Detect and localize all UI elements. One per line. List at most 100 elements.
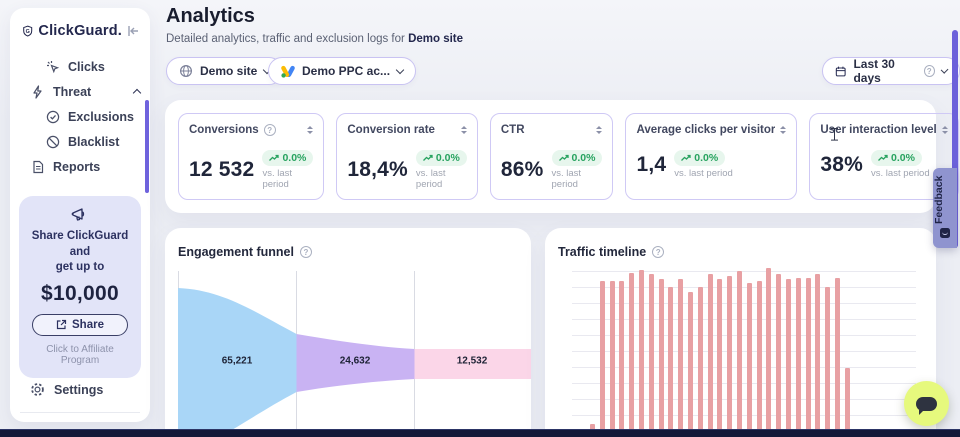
trend-up-icon — [878, 154, 888, 162]
promo-text-line1: Share ClickGuard and — [27, 229, 133, 260]
sort-icon[interactable] — [942, 126, 948, 134]
timeline-bar[interactable] — [610, 281, 615, 437]
sidebar-footer: Settings NA gmail.com naatali.ro@gmail.c… — [10, 378, 150, 422]
timeline-bars — [590, 268, 850, 437]
timeline-bar[interactable] — [776, 274, 781, 437]
logo-text: ClickGuard. — [38, 23, 122, 39]
sidebar-item-label: Reports — [53, 160, 100, 174]
timeline-bar[interactable] — [688, 292, 693, 437]
chevron-down-icon — [396, 65, 404, 73]
chevron-down-icon — [940, 65, 948, 73]
delta-badge: 0.0% — [871, 150, 922, 166]
timeline-title: Traffic timeline — [558, 245, 646, 259]
sidebar: G ClickGuard. Clicks Threat — [10, 8, 150, 422]
timeline-bar[interactable] — [619, 281, 624, 437]
feedback-tab[interactable]: Feedback — [933, 168, 957, 248]
sidebar-item-settings[interactable]: Settings — [10, 378, 150, 402]
promo-footer-text: Click to Affiliate Program — [27, 344, 133, 366]
ppc-account-value: Demo PPC ac... — [302, 64, 390, 78]
timeline-bar[interactable] — [649, 274, 654, 437]
sidebar-item-threat[interactable]: Threat — [10, 79, 150, 104]
ban-icon — [45, 134, 60, 149]
sidebar-item-label: Threat — [53, 85, 91, 99]
site-selector-dropdown[interactable]: Demo site — [166, 57, 283, 85]
sidebar-item-reports[interactable]: Reports — [10, 154, 150, 179]
sidebar-scrollbar-thumb[interactable] — [145, 100, 149, 193]
chat-widget-button[interactable] — [904, 381, 949, 426]
sidebar-item-label: Blacklist — [68, 135, 119, 149]
chevron-up-icon[interactable] — [133, 89, 141, 97]
divider — [20, 412, 140, 413]
stat-label: CTR — [501, 124, 525, 136]
timeline-bar[interactable] — [717, 279, 722, 437]
page-subtitle-text: Detailed analytics, traffic and exclusio… — [166, 33, 405, 45]
timeline-bar[interactable] — [708, 274, 713, 437]
stat-label: User interaction level — [820, 124, 936, 136]
gear-icon — [30, 382, 45, 397]
timeline-bar[interactable] — [815, 274, 820, 437]
compare-label: vs. last period — [871, 168, 930, 179]
date-range-value: Last 30 days — [853, 57, 916, 85]
clickguard-shield-icon: G — [22, 21, 33, 41]
lightning-icon — [30, 84, 45, 99]
sort-icon[interactable] — [307, 126, 313, 134]
sort-icon[interactable] — [780, 126, 786, 134]
stat-label: Conversion rate — [347, 124, 435, 136]
trend-up-icon — [269, 154, 279, 162]
stat-card-avg-clicks: Average clicks per visitor 1,4 0.0% vs. … — [625, 113, 797, 200]
delta-badge: 0.0% — [552, 150, 603, 166]
delta-badge: 0.0% — [416, 150, 467, 166]
feedback-smiley-icon — [940, 228, 950, 238]
share-button-label: Share — [72, 319, 104, 331]
svg-text:G: G — [26, 29, 30, 35]
share-button[interactable]: Share — [32, 314, 128, 336]
timeline-bar[interactable] — [757, 281, 762, 437]
timeline-bar[interactable] — [796, 278, 801, 437]
compare-label: vs. last period — [552, 168, 603, 190]
traffic-timeline-card: Traffic timeline ? — [545, 228, 936, 437]
funnel-value-label: 24,632 — [340, 356, 371, 367]
stat-value: 86% — [501, 158, 544, 182]
timeline-bar[interactable] — [747, 283, 752, 437]
affiliate-promo-card[interactable]: Share ClickGuard and get up to $10,000 S… — [19, 196, 141, 378]
feedback-label: Feedback — [933, 174, 957, 226]
timeline-bar[interactable] — [737, 271, 742, 437]
timeline-bar[interactable] — [629, 273, 634, 437]
timeline-bar[interactable] — [668, 287, 673, 437]
timeline-bar[interactable] — [678, 279, 683, 437]
sort-icon[interactable] — [596, 126, 602, 134]
sidebar-item-clicks[interactable]: Clicks — [10, 54, 150, 79]
timeline-bar[interactable] — [600, 281, 605, 437]
page-subtitle: Detailed analytics, traffic and exclusio… — [166, 33, 463, 45]
timeline-bar[interactable] — [698, 287, 703, 437]
timeline-bar[interactable] — [786, 279, 791, 437]
stat-value: 18,4% — [347, 158, 408, 182]
help-icon[interactable]: ? — [300, 246, 312, 258]
help-icon[interactable]: ? — [264, 124, 276, 136]
timeline-bar[interactable] — [659, 279, 664, 437]
promo-text-line2: get up to — [27, 260, 133, 276]
delta-badge: 0.0% — [674, 150, 725, 166]
help-icon[interactable]: ? — [652, 246, 664, 258]
timeline-bar[interactable] — [766, 268, 771, 437]
funnel-value-label: 65,221 — [222, 356, 253, 367]
sort-icon[interactable] — [461, 126, 467, 134]
timeline-bar[interactable] — [835, 278, 840, 437]
stat-card-ctr: CTR 86% 0.0% vs. last period — [490, 113, 614, 200]
sidebar-item-blacklist[interactable]: Blacklist — [10, 129, 150, 154]
sidebar-collapse-icon[interactable] — [127, 25, 140, 37]
stats-panel: Conversions ? 12 532 0.0% vs. last perio… — [165, 100, 936, 213]
sidebar-item-exclusions[interactable]: Exclusions — [10, 104, 150, 129]
globe-icon — [179, 64, 193, 78]
ppc-account-dropdown[interactable]: Demo PPC ac... — [268, 57, 416, 85]
account-switcher[interactable]: NA gmail.com naatali.ro@gmail.com — [10, 421, 150, 422]
timeline-bar[interactable] — [639, 270, 644, 437]
timeline-bar[interactable] — [845, 368, 850, 437]
stat-card-conversions: Conversions ? 12 532 0.0% vs. last perio… — [178, 113, 324, 200]
date-range-dropdown[interactable]: Last 30 days ? — [822, 57, 960, 85]
timeline-bar[interactable] — [825, 287, 830, 437]
timeline-bar[interactable] — [806, 278, 811, 437]
stat-label: Conversions — [189, 124, 259, 136]
timeline-bar[interactable] — [727, 276, 732, 437]
delta-badge: 0.0% — [262, 150, 313, 166]
